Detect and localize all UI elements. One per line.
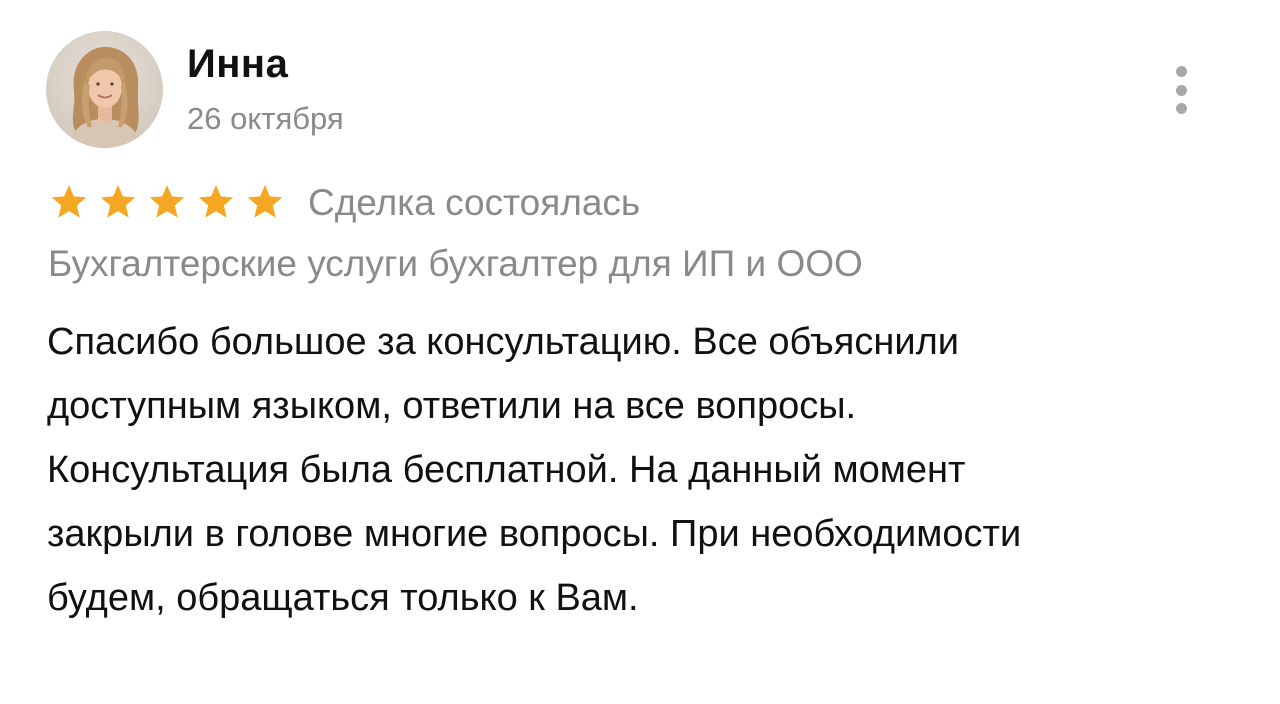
star-icon xyxy=(51,185,87,218)
avatar[interactable] xyxy=(46,31,163,148)
service-name[interactable]: Бухгалтерские услуги бухгалтер для ИП и … xyxy=(48,242,863,286)
review-text-line: закрыли в голове многие вопросы. При нео… xyxy=(47,513,1022,555)
star-icon xyxy=(149,185,185,218)
review-text-line: Спасибо большое за консультацию. Все объ… xyxy=(47,321,959,363)
review-text-line: Консультация была бесплатной. На данный … xyxy=(47,449,966,491)
avatar-photo xyxy=(46,31,163,148)
star-icon xyxy=(247,185,283,218)
deal-status: Сделка состоялась xyxy=(308,181,641,223)
rating-stars xyxy=(49,182,294,222)
review-text-line: будем, обращаться только к Вам. xyxy=(47,577,639,619)
review-date: 26 октября xyxy=(187,101,344,136)
review-text-line: доступным языком, ответили на все вопрос… xyxy=(47,385,857,427)
author-name[interactable]: Инна xyxy=(187,40,288,88)
star-icon xyxy=(100,185,136,218)
more-options-button[interactable] xyxy=(1166,66,1196,114)
more-vertical-icon-dot xyxy=(1175,103,1187,114)
review-card: Инна 26 октября Сделка состоялась Бухгал… xyxy=(0,0,1280,704)
rating-row: Сделка состоялась xyxy=(49,178,640,226)
more-vertical-icon-dot xyxy=(1175,84,1187,96)
more-vertical-icon xyxy=(1175,66,1187,77)
review-text: Спасибо большое за консультацию. Все объ… xyxy=(47,310,1247,630)
star-icon xyxy=(198,185,234,218)
